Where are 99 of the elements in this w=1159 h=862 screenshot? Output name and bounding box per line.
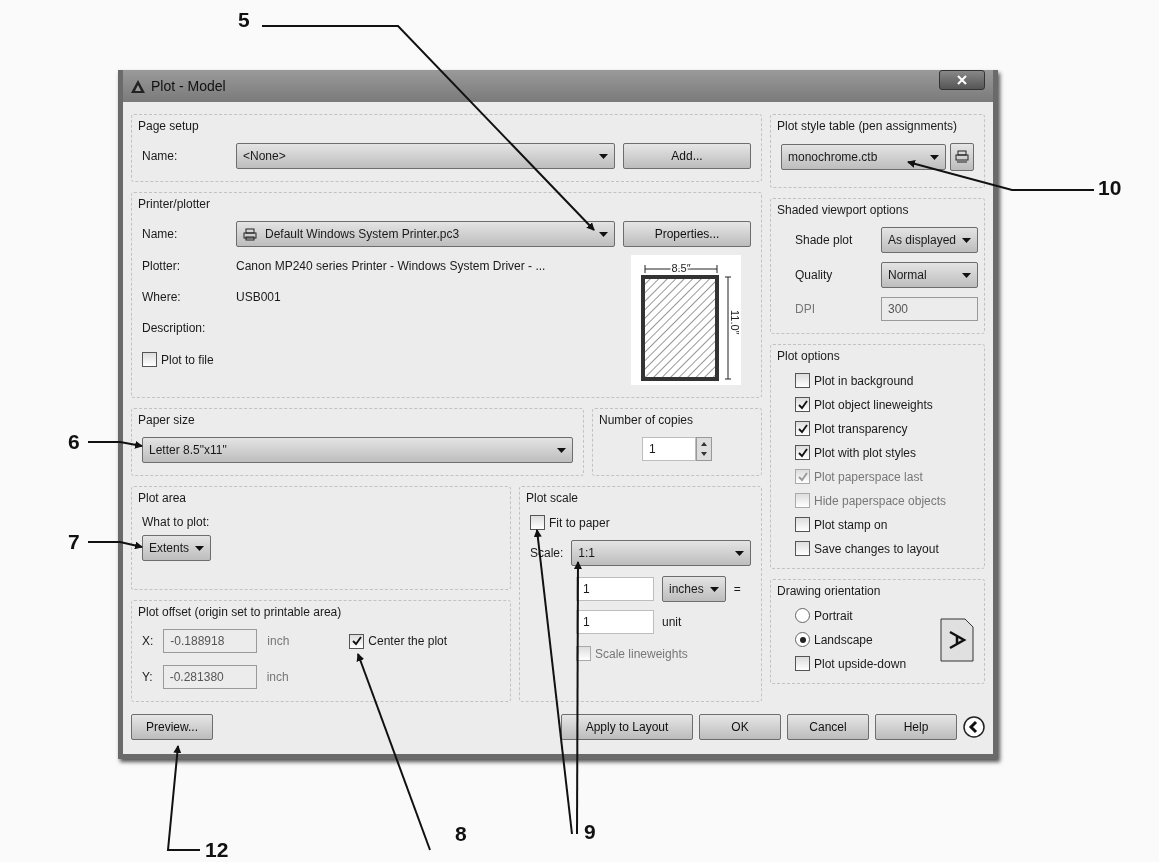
checkbox[interactable]: Plot with plot styles xyxy=(795,445,974,460)
group-title: Printer/plotter xyxy=(138,197,212,211)
equals-sign: = xyxy=(733,582,741,596)
dpi-field[interactable]: 300 xyxy=(881,297,979,321)
shade-plot-dropdown[interactable]: As displayed xyxy=(881,227,979,253)
plot-style-dropdown[interactable]: monochrome.ctb xyxy=(781,144,946,170)
field-label: Name: xyxy=(142,227,179,241)
unit-label: inch xyxy=(266,670,289,684)
group-title: Paper size xyxy=(138,413,196,427)
edit-style-button[interactable] xyxy=(950,143,974,171)
caret-icon xyxy=(557,447,566,453)
cancel-button[interactable]: Cancel xyxy=(787,714,869,740)
radio-button[interactable] xyxy=(795,608,810,623)
checkmark-icon xyxy=(797,423,808,434)
field-label: Quality xyxy=(795,268,834,282)
checkbox[interactable]: Save changes to layout xyxy=(795,541,974,556)
ok-button[interactable]: OK xyxy=(699,714,781,740)
callout-number: 7 xyxy=(68,530,80,554)
scale-dropdown[interactable]: 1:1 xyxy=(571,540,751,566)
checkmark-icon xyxy=(797,399,808,410)
caret-icon xyxy=(930,154,939,160)
caret-icon xyxy=(709,586,719,592)
checkmark-icon xyxy=(797,471,808,482)
field-label: Shade plot xyxy=(795,233,854,247)
group-title: Drawing orientation xyxy=(777,584,882,598)
callout-number: 9 xyxy=(584,820,596,844)
quality-dropdown[interactable]: Normal xyxy=(881,262,979,288)
group-title: Shaded viewport options xyxy=(777,203,910,217)
field-label: Y: xyxy=(142,670,153,684)
checkbox[interactable]: Center the plot xyxy=(349,633,448,649)
plotter-value: Canon MP240 series Printer - Windows System Driver - ... xyxy=(236,259,546,273)
preview-button[interactable]: Preview... xyxy=(131,714,213,740)
checkmark-icon xyxy=(797,447,808,458)
checkbox[interactable]: Plot upside-down xyxy=(795,656,907,671)
group-title: Plot options xyxy=(777,349,841,363)
collapse-icon[interactable] xyxy=(963,716,985,738)
help-button[interactable]: Help xyxy=(875,714,957,740)
caret-icon xyxy=(599,231,608,237)
unit-label: unit xyxy=(662,615,682,629)
unit-label: inch xyxy=(267,634,290,648)
group-title: Number of copies xyxy=(599,413,695,427)
callout-arrow xyxy=(87,541,143,550)
callout-number: 6 xyxy=(68,430,80,454)
units-dropdown[interactable]: inches xyxy=(662,576,726,602)
y-offset-field[interactable]: -0.281380 xyxy=(162,665,257,689)
close-button[interactable] xyxy=(939,70,985,90)
field-label: DPI xyxy=(795,302,816,316)
field-label: Where: xyxy=(142,290,182,304)
group-title: Plot scale xyxy=(526,491,580,505)
callout-number: 10 xyxy=(1098,176,1122,200)
close-icon xyxy=(957,75,967,85)
printer-icon xyxy=(955,150,969,164)
printer-icon xyxy=(243,227,257,241)
callout-number: 8 xyxy=(455,822,467,846)
units-field[interactable]: 1 xyxy=(576,610,654,634)
inches-field[interactable]: 1 xyxy=(576,577,654,601)
checkbox[interactable]: Plot object lineweights xyxy=(795,397,974,412)
field-label: Plotter: xyxy=(142,259,181,273)
paper-size-dropdown[interactable]: Letter 8.5"x11" xyxy=(142,437,573,463)
window-title: Plot - Model xyxy=(151,78,226,94)
checkbox[interactable]: Plot in background xyxy=(795,373,974,388)
checkbox[interactable]: Plot transparency xyxy=(795,421,974,436)
page-orientation-icon xyxy=(940,617,974,662)
callout-number: 5 xyxy=(238,8,250,32)
caret-icon xyxy=(195,545,205,551)
properties-button[interactable]: Properties... xyxy=(623,221,751,247)
field-label: Description: xyxy=(142,321,207,335)
width-label: 8.5″ xyxy=(671,262,691,274)
x-offset-field[interactable]: -0.188918 xyxy=(163,629,258,653)
caret-icon xyxy=(599,153,608,159)
page-setup-dropdown[interactable]: <None> xyxy=(236,143,615,169)
printer-dropdown[interactable]: Default Windows System Printer.pc3 xyxy=(236,221,615,247)
caret-icon xyxy=(962,272,972,278)
field-label: What to plot: xyxy=(142,515,210,529)
checkbox[interactable]: Plot stamp on xyxy=(795,517,974,532)
checkbox[interactable]: Fit to paper xyxy=(530,515,610,530)
height-label: 11.0″ xyxy=(729,310,741,335)
field-label: X: xyxy=(142,634,154,648)
group-title: Page setup xyxy=(138,119,200,133)
caret-icon xyxy=(735,550,744,556)
spinner-arrows-icon[interactable] xyxy=(696,437,712,461)
triangle-logo-icon xyxy=(131,79,145,93)
radio-label[interactable]: Portrait xyxy=(814,608,853,623)
group-title: Plot area xyxy=(138,491,188,505)
where-value: USB001 xyxy=(236,290,281,304)
add-button[interactable]: Add... xyxy=(623,143,751,169)
caret-icon xyxy=(962,237,972,243)
field-label: Name: xyxy=(142,149,179,163)
callout-number: 12 xyxy=(205,838,229,862)
checkbox[interactable]: Plot to file xyxy=(142,352,214,367)
apply-to-layout-button[interactable]: Apply to Layout xyxy=(561,714,693,740)
checkmark-icon xyxy=(351,636,362,646)
copies-field[interactable]: 1 xyxy=(642,437,696,461)
what-to-plot-dropdown[interactable]: Extents xyxy=(142,535,212,561)
group-title: Plot style table (pen assignments) xyxy=(777,119,959,133)
radio-label[interactable]: Landscape xyxy=(814,632,873,647)
group-title: Plot offset (origin set to printable area) xyxy=(138,605,343,619)
radio-button[interactable] xyxy=(795,632,810,647)
callout-arrow xyxy=(87,440,143,449)
